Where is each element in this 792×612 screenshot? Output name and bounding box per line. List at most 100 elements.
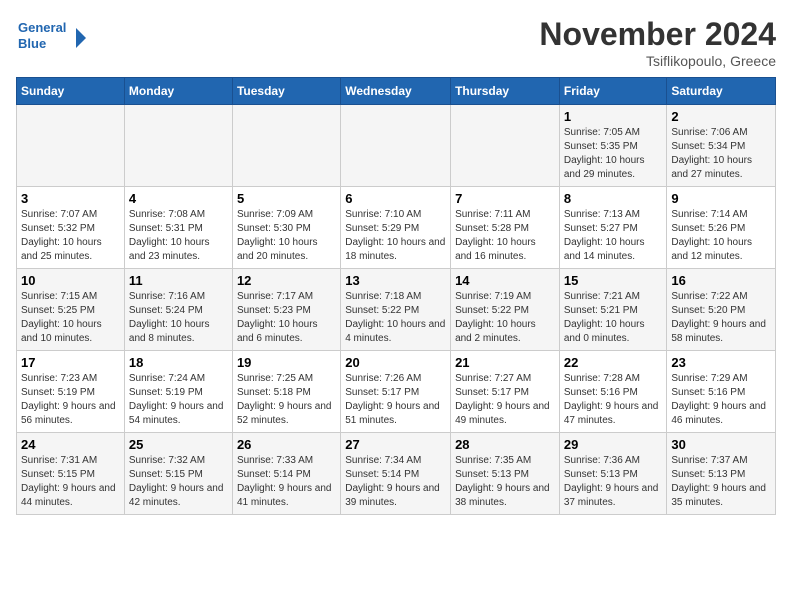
month-title: November 2024 bbox=[539, 16, 776, 53]
day-info: Sunrise: 7:23 AM Sunset: 5:19 PM Dayligh… bbox=[21, 372, 120, 428]
day-number: 19 bbox=[237, 355, 336, 370]
calendar-cell: 3Sunrise: 7:07 AM Sunset: 5:32 PM Daylig… bbox=[17, 187, 125, 269]
day-info: Sunrise: 7:27 AM Sunset: 5:17 PM Dayligh… bbox=[455, 372, 555, 428]
calendar-cell bbox=[17, 105, 125, 187]
calendar-cell: 1 Sunrise: 7:05 AM Sunset: 5:35 PM Daylig… bbox=[559, 105, 667, 187]
day-info: Sunrise: 7:18 AM Sunset: 5:22 PM Dayligh… bbox=[345, 290, 446, 346]
calendar-cell bbox=[451, 105, 560, 187]
calendar-cell: 4 Sunrise: 7:08 AM Sunset: 5:31 PM Daylig… bbox=[124, 187, 232, 269]
calendar-cell: 7Sunrise: 7:11 AM Sunset: 5:28 PM Daylig… bbox=[451, 187, 560, 269]
calendar-cell: 27 Sunrise: 7:34 AM Sunset: 5:14 PM Dayli… bbox=[341, 433, 451, 515]
day-number: 9 bbox=[671, 191, 771, 206]
weekday-header-tuesday: Tuesday bbox=[232, 78, 340, 105]
calendar-cell: 10 Sunrise: 7:15 AM Sunset: 5:25 PM Dayli… bbox=[17, 269, 125, 351]
day-info: Sunrise: 7:21 AM Sunset: 5:21 PM Dayligh… bbox=[564, 290, 663, 346]
day-number: 16 bbox=[671, 273, 771, 288]
day-number: 5 bbox=[237, 191, 336, 206]
day-info: Sunrise: 7:19 AM Sunset: 5:22 PM Dayligh… bbox=[455, 290, 555, 346]
day-info: Sunrise: 7:16 AM Sunset: 5:24 PM Dayligh… bbox=[129, 290, 228, 346]
day-number: 3 bbox=[21, 191, 120, 206]
day-info: Sunrise: 7:31 AM Sunset: 5:15 PM Dayligh… bbox=[21, 454, 120, 510]
calendar-cell: 6Sunrise: 7:10 AM Sunset: 5:29 PM Daylig… bbox=[341, 187, 451, 269]
calendar-cell: 25 Sunrise: 7:32 AM Sunset: 5:15 PM Dayli… bbox=[124, 433, 232, 515]
day-info: Sunrise: 7:05 AM Sunset: 5:35 PM Dayligh… bbox=[564, 126, 663, 182]
day-info: Sunrise: 7:10 AM Sunset: 5:29 PM Dayligh… bbox=[345, 208, 446, 264]
day-info: Sunrise: 7:11 AM Sunset: 5:28 PM Dayligh… bbox=[455, 208, 555, 264]
day-number: 20 bbox=[345, 355, 446, 370]
day-info: Sunrise: 7:35 AM Sunset: 5:13 PM Dayligh… bbox=[455, 454, 555, 510]
day-info: Sunrise: 7:22 AM Sunset: 5:20 PM Dayligh… bbox=[671, 290, 771, 346]
day-number: 24 bbox=[21, 437, 120, 452]
calendar-cell: 8Sunrise: 7:13 AM Sunset: 5:27 PM Daylig… bbox=[559, 187, 667, 269]
day-info: Sunrise: 7:06 AM Sunset: 5:34 PM Dayligh… bbox=[671, 126, 771, 182]
calendar-cell: 26Sunrise: 7:33 AM Sunset: 5:14 PM Dayli… bbox=[232, 433, 340, 515]
calendar-cell bbox=[124, 105, 232, 187]
day-info: Sunrise: 7:29 AM Sunset: 5:16 PM Dayligh… bbox=[671, 372, 771, 428]
calendar-cell: 12 Sunrise: 7:17 AM Sunset: 5:23 PM Dayli… bbox=[232, 269, 340, 351]
calendar-cell: 21Sunrise: 7:27 AM Sunset: 5:17 PM Dayli… bbox=[451, 351, 560, 433]
calendar-week-row: 3Sunrise: 7:07 AM Sunset: 5:32 PM Daylig… bbox=[17, 187, 776, 269]
calendar-cell: 2 Sunrise: 7:06 AM Sunset: 5:34 PM Daylig… bbox=[667, 105, 776, 187]
day-info: Sunrise: 7:17 AM Sunset: 5:23 PM Dayligh… bbox=[237, 290, 336, 346]
day-number: 27 bbox=[345, 437, 446, 452]
weekday-header-monday: Monday bbox=[124, 78, 232, 105]
day-number: 22 bbox=[564, 355, 663, 370]
svg-text:Blue: Blue bbox=[18, 36, 46, 51]
calendar-cell: 15 Sunrise: 7:21 AM Sunset: 5:21 PM Dayli… bbox=[559, 269, 667, 351]
calendar-cell: 29 Sunrise: 7:36 AM Sunset: 5:13 PM Dayli… bbox=[559, 433, 667, 515]
day-number: 15 bbox=[564, 273, 663, 288]
weekday-header-friday: Friday bbox=[559, 78, 667, 105]
weekday-header-row: SundayMondayTuesdayWednesdayThursdayFrid… bbox=[17, 78, 776, 105]
calendar-cell bbox=[341, 105, 451, 187]
logo: General Blue bbox=[16, 16, 86, 54]
calendar-week-row: 24 Sunrise: 7:31 AM Sunset: 5:15 PM Dayli… bbox=[17, 433, 776, 515]
calendar-cell: 30 Sunrise: 7:37 AM Sunset: 5:13 PM Dayli… bbox=[667, 433, 776, 515]
calendar-week-row: 1 Sunrise: 7:05 AM Sunset: 5:35 PM Daylig… bbox=[17, 105, 776, 187]
calendar-cell bbox=[232, 105, 340, 187]
calendar-cell: 13Sunrise: 7:18 AM Sunset: 5:22 PM Dayli… bbox=[341, 269, 451, 351]
day-number: 8 bbox=[564, 191, 663, 206]
day-number: 1 bbox=[564, 109, 663, 124]
calendar-table: SundayMondayTuesdayWednesdayThursdayFrid… bbox=[16, 77, 776, 515]
title-block: November 2024 Tsiflikopoulo, Greece bbox=[539, 16, 776, 69]
day-number: 23 bbox=[671, 355, 771, 370]
day-info: Sunrise: 7:14 AM Sunset: 5:26 PM Dayligh… bbox=[671, 208, 771, 264]
day-number: 2 bbox=[671, 109, 771, 124]
day-info: Sunrise: 7:25 AM Sunset: 5:18 PM Dayligh… bbox=[237, 372, 336, 428]
day-info: Sunrise: 7:33 AM Sunset: 5:14 PM Dayligh… bbox=[237, 454, 336, 510]
weekday-header-thursday: Thursday bbox=[451, 78, 560, 105]
page-header: General Blue November 2024 Tsiflikopoulo… bbox=[16, 16, 776, 69]
weekday-header-sunday: Sunday bbox=[17, 78, 125, 105]
day-number: 25 bbox=[129, 437, 228, 452]
svg-text:General: General bbox=[18, 20, 66, 35]
calendar-cell: 9 Sunrise: 7:14 AM Sunset: 5:26 PM Daylig… bbox=[667, 187, 776, 269]
day-info: Sunrise: 7:37 AM Sunset: 5:13 PM Dayligh… bbox=[671, 454, 771, 510]
day-number: 30 bbox=[671, 437, 771, 452]
day-info: Sunrise: 7:15 AM Sunset: 5:25 PM Dayligh… bbox=[21, 290, 120, 346]
weekday-header-wednesday: Wednesday bbox=[341, 78, 451, 105]
day-info: Sunrise: 7:26 AM Sunset: 5:17 PM Dayligh… bbox=[345, 372, 446, 428]
day-number: 11 bbox=[129, 273, 228, 288]
calendar-cell: 5Sunrise: 7:09 AM Sunset: 5:30 PM Daylig… bbox=[232, 187, 340, 269]
calendar-cell: 23 Sunrise: 7:29 AM Sunset: 5:16 PM Dayli… bbox=[667, 351, 776, 433]
day-info: Sunrise: 7:28 AM Sunset: 5:16 PM Dayligh… bbox=[564, 372, 663, 428]
day-number: 10 bbox=[21, 273, 120, 288]
day-number: 12 bbox=[237, 273, 336, 288]
logo-svg: General Blue bbox=[16, 16, 86, 54]
calendar-cell: 14 Sunrise: 7:19 AM Sunset: 5:22 PM Dayli… bbox=[451, 269, 560, 351]
day-number: 14 bbox=[455, 273, 555, 288]
day-number: 28 bbox=[455, 437, 555, 452]
calendar-cell: 16 Sunrise: 7:22 AM Sunset: 5:20 PM Dayli… bbox=[667, 269, 776, 351]
day-info: Sunrise: 7:32 AM Sunset: 5:15 PM Dayligh… bbox=[129, 454, 228, 510]
day-number: 18 bbox=[129, 355, 228, 370]
day-info: Sunrise: 7:34 AM Sunset: 5:14 PM Dayligh… bbox=[345, 454, 446, 510]
calendar-week-row: 10 Sunrise: 7:15 AM Sunset: 5:25 PM Dayli… bbox=[17, 269, 776, 351]
day-number: 17 bbox=[21, 355, 120, 370]
day-info: Sunrise: 7:36 AM Sunset: 5:13 PM Dayligh… bbox=[564, 454, 663, 510]
calendar-week-row: 17 Sunrise: 7:23 AM Sunset: 5:19 PM Dayli… bbox=[17, 351, 776, 433]
weekday-header-saturday: Saturday bbox=[667, 78, 776, 105]
day-info: Sunrise: 7:08 AM Sunset: 5:31 PM Dayligh… bbox=[129, 208, 228, 264]
day-number: 4 bbox=[129, 191, 228, 206]
calendar-cell: 24 Sunrise: 7:31 AM Sunset: 5:15 PM Dayli… bbox=[17, 433, 125, 515]
day-number: 29 bbox=[564, 437, 663, 452]
